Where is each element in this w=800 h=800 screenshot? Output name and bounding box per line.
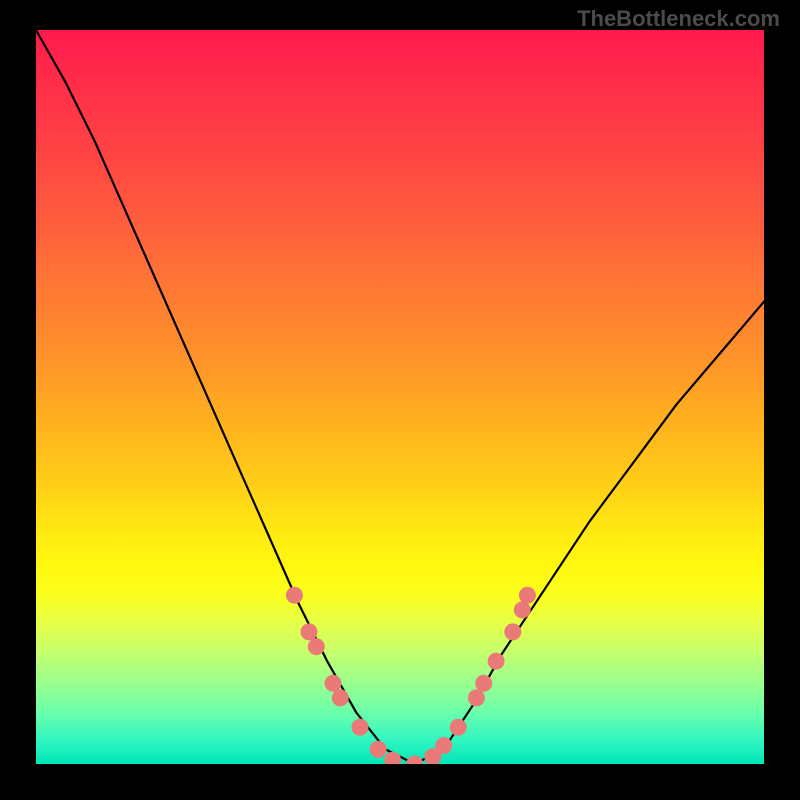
- plot-area: [36, 30, 764, 764]
- curve-marker: [435, 737, 452, 754]
- curve-line: [36, 30, 764, 764]
- curve-marker: [301, 623, 318, 640]
- watermark-text: TheBottleneck.com: [577, 6, 780, 32]
- curve-marker: [406, 756, 423, 765]
- curve-marker: [468, 689, 485, 706]
- curve-marker: [475, 675, 492, 692]
- curve-marker: [384, 752, 401, 764]
- curve-markers: [286, 587, 536, 764]
- curve-marker: [308, 638, 325, 655]
- curve-marker: [450, 719, 467, 736]
- curve-marker: [519, 587, 536, 604]
- curve-marker: [352, 719, 369, 736]
- curve-marker: [325, 675, 342, 692]
- curve-marker: [504, 623, 521, 640]
- curve-marker: [286, 587, 303, 604]
- chart-svg: [36, 30, 764, 764]
- curve-marker: [514, 601, 531, 618]
- chart-container: TheBottleneck.com: [0, 0, 800, 800]
- curve-marker: [370, 741, 387, 758]
- curve-marker: [332, 689, 349, 706]
- curve-marker: [488, 653, 505, 670]
